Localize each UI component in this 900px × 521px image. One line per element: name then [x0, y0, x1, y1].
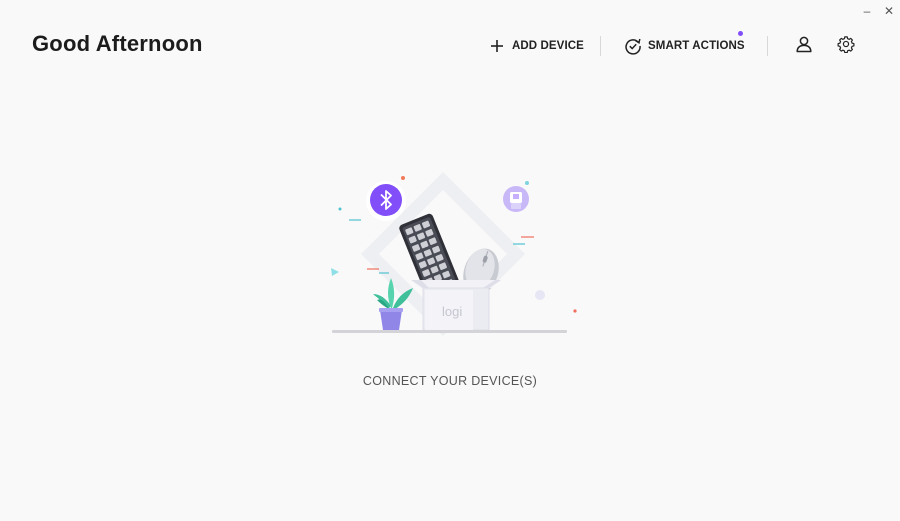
floor-line	[332, 330, 567, 333]
usb-receiver-icon	[503, 186, 529, 212]
logi-box: logi	[411, 280, 501, 331]
page-title: Good Afternoon	[32, 31, 203, 56]
gear-icon	[837, 35, 855, 58]
plus-icon	[488, 37, 506, 55]
header-divider	[600, 36, 601, 56]
profile-button[interactable]	[794, 36, 814, 56]
settings-button[interactable]	[836, 35, 856, 58]
app-window: – ✕ Good Afternoon ADD DEVICE SMART ACTI…	[0, 0, 900, 521]
smart-actions-button[interactable]: SMART ACTIONS	[624, 36, 745, 56]
add-device-label: ADD DEVICE	[512, 40, 584, 52]
user-icon	[795, 35, 813, 58]
illustration-graphic: logi	[331, 172, 577, 336]
smart-actions-label: SMART ACTIONS	[648, 40, 745, 52]
refresh-check-icon	[624, 37, 642, 55]
connect-device-illustration: logi	[325, 168, 585, 340]
header-divider	[767, 36, 768, 56]
connect-devices-prompt: CONNECT YOUR DEVICE(S)	[362, 374, 538, 388]
window-controls: – ✕	[856, 0, 900, 22]
box-brand-logo: logi	[442, 304, 462, 319]
minimize-button[interactable]: –	[856, 0, 878, 22]
bluetooth-icon	[366, 181, 406, 221]
add-device-button[interactable]: ADD DEVICE	[488, 36, 584, 56]
smart-actions-notification-dot	[738, 31, 743, 36]
close-button[interactable]: ✕	[878, 0, 900, 22]
